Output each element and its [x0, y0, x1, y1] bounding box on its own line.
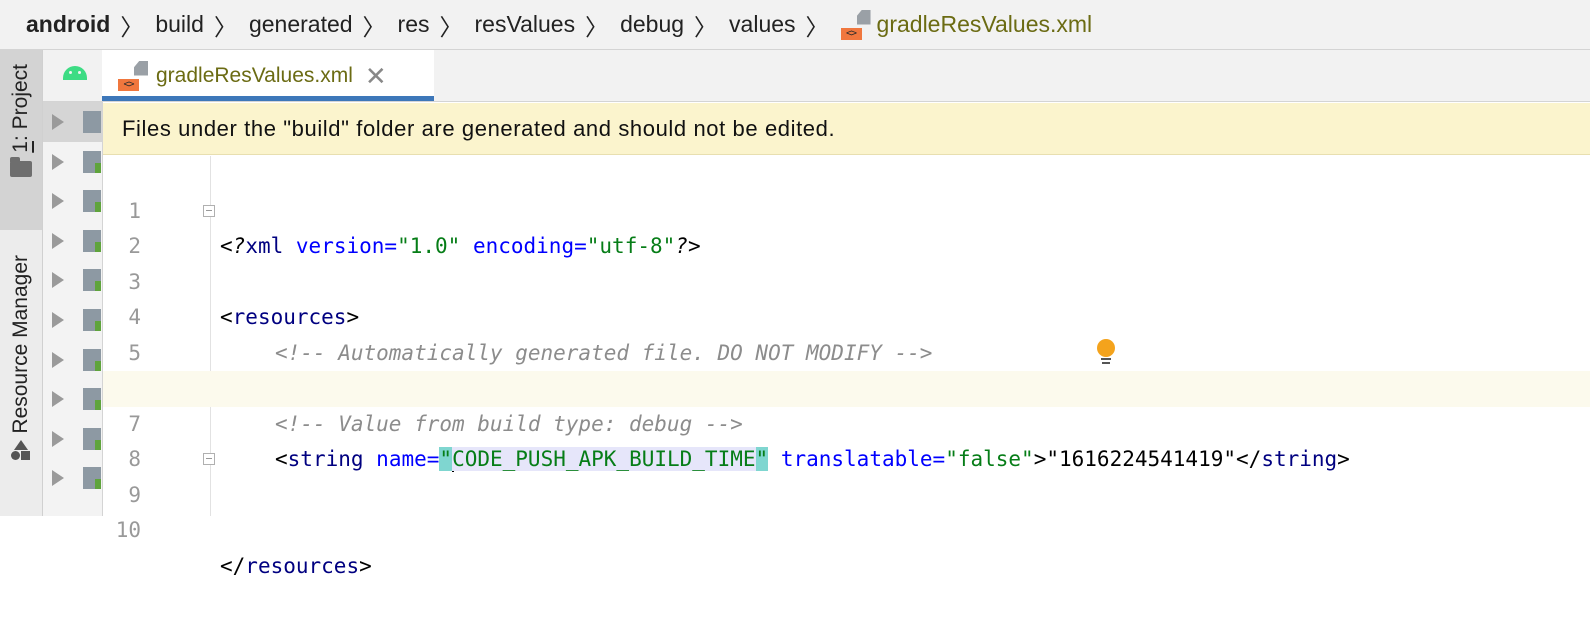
resource-file-icon	[83, 348, 101, 371]
resource-file-icon	[83, 388, 101, 411]
tree-row[interactable]	[43, 260, 102, 300]
tool-window-stripe: 1: Project Resource Manager	[0, 50, 43, 516]
expand-arrow-icon[interactable]	[52, 153, 64, 170]
expand-arrow-icon[interactable]	[52, 430, 64, 447]
fold-marker-icon[interactable]	[203, 453, 215, 465]
project-tree-panel	[43, 50, 103, 516]
resource-file-icon	[83, 427, 101, 450]
code-line[interactable]: 1 <?xml version="1.0" encoding="utf-8"?>	[103, 158, 1590, 259]
expand-arrow-icon[interactable]	[52, 311, 64, 328]
banner-text: Files under the "build" folder are gener…	[122, 115, 836, 141]
project-tool-window-button[interactable]: 1: Project	[0, 50, 42, 230]
expand-arrow-icon[interactable]	[52, 232, 64, 249]
code-line[interactable]: 3	[103, 229, 1590, 294]
line-number: 10	[115, 518, 141, 542]
resource-manager-label: Resource Manager	[9, 255, 32, 434]
code-line[interactable]: 9 </resources>	[103, 442, 1590, 578]
tab-android-overflow[interactable]	[43, 50, 101, 101]
active-tab-indicator	[102, 96, 434, 101]
code-line[interactable]: 2 <resources>	[103, 194, 1590, 329]
resource-file-icon	[83, 308, 101, 331]
fold-marker-icon[interactable]	[203, 204, 215, 217]
resource-manager-tool-window-button[interactable]: Resource Manager	[0, 255, 42, 513]
tree-row[interactable]	[43, 458, 102, 498]
expand-arrow-icon[interactable]	[52, 272, 64, 289]
breadcrumb-item-generated[interactable]: generated	[249, 11, 353, 38]
resource-file-icon	[83, 150, 101, 173]
expand-arrow-icon[interactable]	[52, 391, 64, 408]
tree-row[interactable]	[43, 340, 102, 380]
project-tool-label: 1: Project	[9, 64, 32, 153]
xml-file-icon: <>	[840, 9, 871, 40]
tree-row[interactable]	[43, 300, 102, 340]
resource-file-icon	[83, 229, 101, 252]
code-line-current[interactable]: 7 <string name="CODE_PUSH_APK_BUILD_TIME…	[103, 371, 1590, 472]
breadcrumb-separator: 〉	[362, 13, 386, 40]
breadcrumb-item-debug[interactable]: debug	[620, 11, 684, 38]
breadcrumb-separator: 〉	[805, 13, 829, 40]
code-editor[interactable]: 1 <?xml version="1.0" encoding="utf-8"?>…	[103, 156, 1590, 578]
breadcrumb-item-build[interactable]: build	[155, 11, 204, 38]
breadcrumb-separator: 〉	[120, 13, 144, 40]
tree-row[interactable]	[43, 221, 102, 261]
tree-row[interactable]	[43, 419, 102, 459]
expand-arrow-icon[interactable]	[52, 114, 64, 130]
breadcrumb-separator: 〉	[213, 13, 237, 40]
breadcrumb-separator: 〉	[585, 13, 609, 40]
resource-file-icon	[83, 269, 101, 292]
breadcrumb-separator: 〉	[694, 13, 718, 40]
folder-icon	[10, 156, 32, 177]
resource-manager-icon	[10, 439, 32, 462]
resource-file-icon	[83, 190, 101, 213]
resource-file-icon	[83, 467, 101, 490]
expand-arrow-icon[interactable]	[52, 193, 64, 210]
code-line[interactable]: 5	[103, 300, 1590, 365]
close-icon[interactable]: ✕	[365, 63, 387, 89]
file-icon	[83, 111, 101, 133]
editor-tab-bar: <> gradleResValues.xml ✕	[43, 50, 1590, 102]
breadcrumb-item-res[interactable]: res	[398, 11, 430, 38]
tree-row[interactable]	[43, 379, 102, 419]
android-icon	[63, 66, 87, 80]
breadcrumb-separator: 〉	[439, 13, 463, 40]
breadcrumb-item-values[interactable]: values	[729, 11, 795, 38]
expand-arrow-icon[interactable]	[52, 351, 64, 368]
breadcrumb-item-android[interactable]: android	[26, 11, 110, 38]
breadcrumb-item-file[interactable]: gradleResValues.xml	[877, 11, 1093, 38]
tab-label: gradleResValues.xml	[156, 63, 353, 87]
breadcrumb: android 〉 build 〉 generated 〉 res 〉 resV…	[0, 0, 1590, 50]
expand-arrow-icon[interactable]	[52, 470, 64, 487]
code-line[interactable]: 8	[103, 407, 1590, 471]
code-line[interactable]: 10	[103, 478, 1590, 542]
tab-gradleresvalues[interactable]: <> gradleResValues.xml ✕	[102, 50, 434, 101]
intention-lightbulb-icon[interactable]	[1096, 339, 1116, 367]
tree-row[interactable]	[43, 102, 102, 142]
xml-file-icon: <>	[118, 60, 148, 91]
code-line[interactable]: 4 <!-- Automatically generated file. DO …	[103, 265, 1590, 365]
code-line[interactable]: 6 <!-- Value from build type: debug -->	[103, 336, 1590, 436]
breadcrumb-item-resvalues[interactable]: resValues	[475, 11, 576, 38]
tree-row[interactable]	[43, 181, 102, 221]
generated-file-banner: Files under the "build" folder are gener…	[103, 103, 1590, 155]
tree-row[interactable]	[43, 142, 102, 182]
